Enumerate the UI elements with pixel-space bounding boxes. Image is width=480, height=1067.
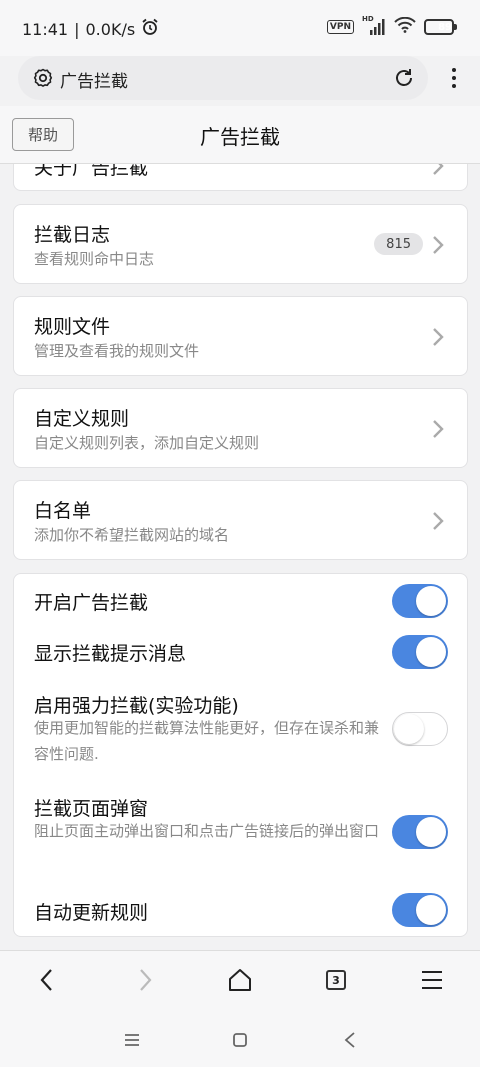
site-settings-icon[interactable] [32, 67, 54, 89]
list-item-subtitle: 添加你不希望拦截网站的域名 [34, 526, 230, 544]
list-item-whitelist[interactable]: 白名单 添加你不希望拦截网站的域名 [13, 480, 468, 560]
settings-card: 开启广告拦截 显示拦截提示消息 启用强力拦截(实验功能) 使用更加智能的拦截算法… [13, 573, 468, 937]
list-item-about[interactable]: 关于广告拦截 [13, 164, 468, 191]
list-item-subtitle: 查看规则命中日志 [34, 250, 155, 268]
battery-level: 89 [438, 21, 452, 33]
status-left: 11:41 | 0.0K/s [22, 18, 159, 40]
back-button[interactable] [32, 965, 62, 995]
home-nav-button[interactable] [228, 1028, 252, 1052]
list-item-title: 自定义规则 [34, 408, 130, 430]
list-item-intercept-log[interactable]: 拦截日志 查看规则命中日志 815 [13, 204, 468, 284]
tabs-button[interactable]: 3 [321, 965, 351, 995]
list-item-rule-files[interactable]: 规则文件 管理及查看我的规则文件 [13, 296, 468, 376]
recents-icon [125, 1034, 139, 1046]
more-menu-icon[interactable] [444, 64, 464, 92]
network-speed: 0.0K/s [85, 19, 136, 39]
toggle-enable-adblock[interactable] [392, 584, 448, 618]
forward-button[interactable] [130, 965, 160, 995]
chevron-right-icon [433, 164, 444, 175]
log-count-badge: 815 [374, 233, 423, 255]
menu-button[interactable] [417, 965, 447, 995]
toggle-knob [394, 714, 424, 744]
chevron-right-icon [433, 420, 444, 438]
list-item-title: 拦截日志 [34, 224, 111, 246]
setting-show-tips-label: 显示拦截提示消息 [34, 643, 187, 665]
list-item-title: 规则文件 [34, 316, 111, 338]
toggle-knob [416, 637, 446, 667]
toggle-strong-block[interactable] [392, 712, 448, 746]
toggle-show-tips[interactable] [392, 635, 448, 669]
toggle-knob [416, 586, 446, 616]
home-button[interactable] [225, 965, 255, 995]
toggle-block-popups[interactable] [392, 815, 448, 849]
triangle-back-icon [344, 1032, 355, 1048]
setting-block-popups-desc: 阻止页面主动弹出窗口和点击广告链接后的弹出窗口 [34, 822, 380, 840]
back-nav-button[interactable] [338, 1028, 362, 1052]
recent-apps-button[interactable] [120, 1028, 144, 1052]
alarm-icon [141, 18, 159, 40]
status-right: VPN HD 89 [326, 15, 457, 37]
status-time: 11:41 [22, 19, 69, 39]
hamburger-icon [422, 971, 442, 989]
setting-auto-update-label: 自动更新规则 [34, 902, 149, 924]
vpn-icon: VPN [326, 20, 354, 34]
square-icon [233, 1033, 247, 1047]
setting-enable-adblock-label: 开启广告拦截 [34, 592, 149, 614]
status-divider: | [74, 19, 80, 39]
chevron-right-icon [433, 512, 444, 530]
page-title: 广告拦截 [200, 125, 280, 149]
setting-strong-block-desc: 使用更加智能的拦截算法性能更好，但存在误杀和兼容性问题. [34, 719, 380, 763]
list-item-title: 关于广告拦截 [34, 164, 149, 179]
status-bar: 11:41 | 0.0K/s VPN HD 89 [0, 0, 480, 56]
content-area[interactable]: 关于广告拦截 拦截日志 查看规则命中日志 815 规则文件 管理及查看我的规则文… [0, 164, 480, 948]
page-header: 帮助 广告拦截 [0, 106, 480, 164]
reload-icon[interactable] [392, 66, 416, 90]
system-nav-bar [0, 1010, 480, 1067]
setting-strong-block-label: 启用强力拦截(实验功能) [34, 695, 239, 717]
list-item-custom-rules[interactable]: 自定义规则 自定义规则列表，添加自定义规则 [13, 388, 468, 468]
signal-icon: HD [362, 15, 386, 35]
url-text[interactable]: 广告拦截 [60, 67, 128, 92]
toggle-auto-update[interactable] [392, 893, 448, 927]
chevron-left-icon [40, 969, 52, 991]
chevron-right-icon [140, 969, 152, 991]
home-icon [229, 969, 251, 991]
list-item-subtitle: 管理及查看我的规则文件 [34, 342, 200, 360]
address-bar[interactable]: 广告拦截 [18, 56, 428, 100]
list-item-subtitle: 自定义规则列表，添加自定义规则 [34, 434, 260, 452]
chevron-right-icon [433, 236, 444, 254]
tabs-count: 3 [326, 970, 346, 990]
chevron-right-icon [433, 328, 444, 346]
toggle-knob [416, 895, 446, 925]
browser-toolbar: 3 [0, 950, 480, 1010]
toggle-knob [416, 817, 446, 847]
setting-block-popups-label: 拦截页面弹窗 [34, 798, 149, 820]
wifi-icon [394, 16, 416, 37]
battery-icon: 89 [424, 19, 457, 35]
list-item-title: 白名单 [34, 500, 92, 522]
